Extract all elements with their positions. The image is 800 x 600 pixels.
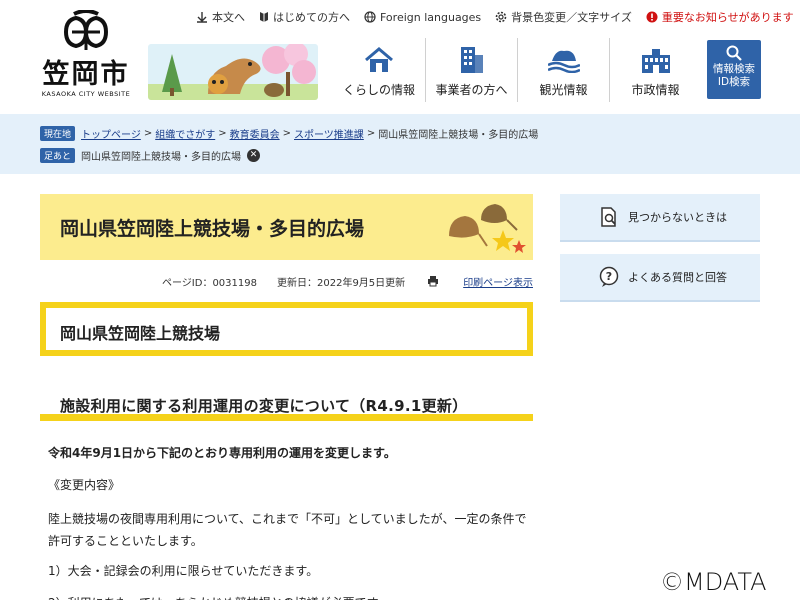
faq-button[interactable]: ? よくある質問と回答 — [560, 254, 760, 302]
breadcrumb-area: 現在地 トップページ > 組織でさがす > 教育委員会 > スポーツ推進課 > … — [0, 114, 800, 174]
global-nav: くらしの情報 事業者の方へ 観光情報 市政情報 — [333, 38, 701, 102]
section-heading-box: 岡山県笠岡陸上競技場 — [40, 302, 533, 356]
condition-2: 2）利用にあたっては、あらかじめ競技場との協議が必要です。 — [48, 592, 530, 600]
breadcrumb-top[interactable]: トップページ — [81, 126, 141, 141]
alert-icon — [646, 11, 658, 23]
foreign-languages-label: Foreign languages — [380, 10, 482, 24]
subsection-heading: 施設利用に関する利用運用の変更について（R4.9.1更新） — [60, 397, 468, 415]
history-item[interactable]: 岡山県笠岡陸上競技場・多目的広場 — [81, 148, 241, 163]
breadcrumb-organization[interactable]: 組織でさがす — [155, 126, 215, 141]
page-title-box: 岡山県笠岡陸上競技場・多目的広場 — [40, 194, 533, 260]
beginner-leaf-icon — [260, 12, 268, 22]
copyright-watermark: ©MDATA — [660, 568, 767, 596]
print-link[interactable]: 印刷ページ表示 — [427, 274, 533, 289]
nav-living[interactable]: くらしの情報 — [333, 38, 425, 102]
close-icon[interactable]: ✕ — [247, 148, 261, 162]
printer-icon — [428, 276, 439, 287]
gear-icon — [495, 11, 507, 23]
color-size-link[interactable]: 背景色変更／文字サイズ — [495, 9, 632, 25]
search-icon — [726, 45, 742, 61]
city-emblem-icon — [63, 9, 109, 50]
house-icon — [365, 47, 393, 72]
not-found-label: 見つからないときは — [628, 211, 727, 224]
logo-name: 笠岡市 — [42, 59, 130, 90]
section-heading: 岡山県笠岡陸上競技場 — [60, 324, 221, 343]
document-search-icon — [601, 207, 616, 227]
city-logo[interactable]: 笠岡市 KASAOKA CITY WEBSITE — [38, 9, 134, 106]
breadcrumb-separator: > — [218, 127, 227, 139]
breadcrumb-board-of-education[interactable]: 教育委員会 — [230, 126, 280, 141]
condition-1: 1）大会・記録会の利用に限らせていただきます。 — [48, 564, 319, 578]
page-meta: ページID：0031198 更新日：2022年9月5日更新 印刷ページ表示 — [40, 273, 533, 289]
info-search-label: 情報検索 — [713, 63, 755, 75]
important-notice-label: 重要なお知らせがあります — [661, 11, 794, 24]
first-time-link[interactable]: はじめての方へ — [259, 9, 350, 25]
nav-city-label: 市政情報 — [631, 83, 680, 97]
updated-date: 更新日：2022年9月5日更新 — [277, 277, 406, 289]
site-header: 笠岡市 KASAOKA CITY WEBSITE 本文へ はじめての方へ For… — [0, 0, 800, 114]
faq-label: よくある質問と回答 — [628, 271, 727, 284]
nav-tourism[interactable]: 観光情報 — [517, 38, 609, 102]
foreign-languages-link[interactable]: Foreign languages — [364, 11, 481, 24]
skip-to-main-label: 本文へ — [212, 11, 245, 24]
print-label: 印刷ページ表示 — [463, 277, 533, 289]
color-size-label: 背景色変更／文字サイズ — [511, 11, 632, 24]
nav-business[interactable]: 事業者の方へ — [425, 38, 517, 102]
breadcrumb-current: 岡山県笠岡陸上競技場・多目的広場 — [378, 129, 539, 141]
breadcrumb-sports-division[interactable]: スポーツ推進課 — [294, 126, 364, 141]
building-icon — [460, 47, 483, 73]
page-title: 岡山県笠岡陸上競技場・多目的広場 — [60, 218, 365, 240]
info-search-button[interactable]: 情報検索 ID検索 — [707, 40, 761, 99]
logo-subtitle: KASAOKA CITY WEBSITE — [41, 90, 131, 98]
id-search-label: ID検索 — [717, 76, 751, 88]
not-found-button[interactable]: 見つからないときは — [560, 194, 760, 242]
nav-city[interactable]: 市政情報 — [609, 38, 701, 102]
important-notice-link[interactable]: 重要なお知らせがあります — [646, 9, 794, 25]
nav-tourism-label: 観光情報 — [539, 83, 588, 97]
notice-paragraph: 令和4年9月1日から下記のとおり専用利用の運用を変更します。 — [48, 446, 396, 460]
current-location-tag: 現在地 — [40, 125, 76, 141]
page-id: ページID：0031198 — [162, 277, 257, 289]
change-content-label: 《変更内容》 — [48, 478, 121, 492]
first-time-label: はじめての方へ — [273, 11, 350, 24]
question-bubble-icon: ? — [599, 266, 619, 287]
history-trail: 足あと 岡山県笠岡陸上競技場・多目的広場 ✕ — [40, 147, 261, 163]
breadcrumb-separator: > — [282, 127, 291, 139]
arrow-down-icon — [197, 12, 207, 23]
breadcrumb-separator: > — [143, 127, 153, 139]
nav-living-label: くらしの情報 — [342, 83, 415, 97]
globe-icon — [364, 11, 376, 23]
breadcrumb: 現在地 トップページ > 組織でさがす > 教育委員会 > スポーツ推進課 > … — [40, 125, 538, 141]
history-tag: 足あと — [40, 147, 76, 163]
breadcrumb-separator: > — [366, 127, 376, 139]
horseshoe-crab-icon — [449, 204, 526, 253]
skip-to-main-link[interactable]: 本文へ — [196, 9, 245, 25]
svg-text:?: ? — [606, 270, 612, 283]
island-icon — [547, 50, 580, 73]
utility-links: 本文へ はじめての方へ Foreign languages 背景色変更／文字サイ… — [196, 8, 800, 26]
change-description: 陸上競技場の夜間専用利用について、これまで「不可」としていましたが、一定の条件で… — [48, 512, 527, 548]
mascot-banner-image[interactable] — [148, 44, 318, 100]
nav-business-label: 事業者の方へ — [435, 83, 508, 97]
subsection-heading-box: 施設利用に関する利用運用の変更について（R4.9.1更新） — [40, 393, 533, 421]
city-hall-icon — [641, 49, 670, 73]
